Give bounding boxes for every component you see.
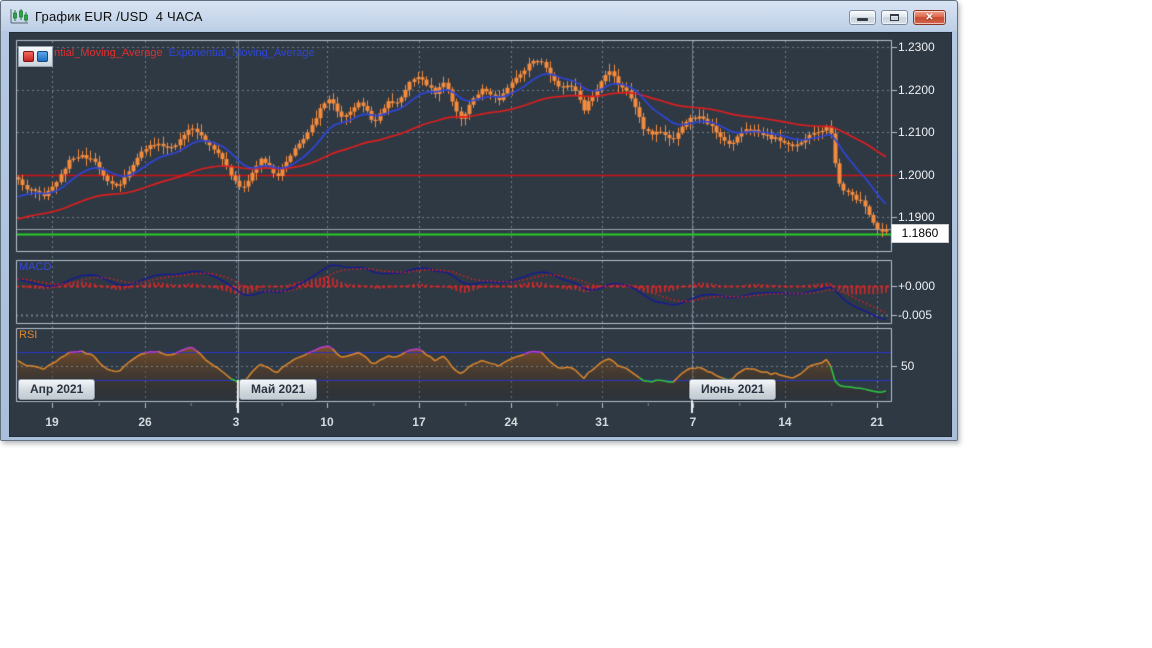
window-controls: ✕ (849, 10, 946, 25)
time-axis-label: 24 (504, 415, 518, 429)
ema-red-toggle-button[interactable] (23, 51, 34, 62)
month-label: Май 2021 (239, 379, 318, 400)
price-axis-label: 1.2200 (898, 82, 935, 97)
indicator-legend: ntial_Moving_Average Exponential_Moving_… (54, 47, 315, 59)
maximize-button[interactable] (881, 10, 908, 25)
time-axis-label: 21 (870, 415, 884, 429)
rsi-label: RSI (19, 329, 38, 341)
titlebar[interactable]: График EUR /USD 4 ЧАСА ✕ (1, 1, 957, 31)
time-axis-label: 14 (778, 415, 792, 429)
macd-axis-label: +0.000 (898, 279, 936, 293)
month-label: Апр 2021 (18, 379, 96, 400)
chart-client-area: ntial_Moving_Average Exponential_Moving_… (9, 32, 952, 437)
time-axis-label: 10 (320, 415, 334, 429)
time-axis-label: 26 (138, 415, 152, 429)
ema-blue-toggle-button[interactable] (37, 51, 48, 62)
time-axis-label: 7 (689, 415, 697, 429)
ema-red-label: ntial_Moving_Average (54, 47, 163, 59)
maximize-icon (890, 14, 899, 21)
time-axis-label: 31 (595, 415, 609, 429)
month-label: Июнь 2021 (688, 379, 777, 400)
minimize-icon (857, 18, 868, 21)
current-price-box: 1.1860 (891, 224, 949, 243)
rsi-axis-label: 50 (901, 359, 915, 373)
close-icon: ✕ (925, 12, 934, 23)
candlestick-chart-icon (10, 8, 28, 23)
minimize-button[interactable] (849, 10, 876, 25)
chart-window: График EUR /USD 4 ЧАСА ✕ ntial_Moving_Av… (0, 0, 958, 441)
close-button[interactable]: ✕ (913, 10, 946, 25)
price-axis-label: 1.1900 (898, 210, 935, 224)
macd-axis-label: -0.005 (898, 308, 933, 322)
price-axis-label: 1.2100 (898, 125, 935, 139)
price-chart-canvas[interactable] (10, 33, 951, 436)
price-axis-label: 1.2000 (898, 167, 935, 182)
time-axis-label: 17 (412, 415, 426, 429)
price-axis-label: 1.2300 (898, 40, 935, 54)
window-title: График EUR /USD 4 ЧАСА (35, 8, 203, 24)
indicator-toggle-buttons[interactable] (18, 46, 53, 67)
time-axis-label: 3 (232, 415, 240, 429)
time-axis-label: 19 (45, 415, 59, 429)
macd-label: MACD (19, 261, 52, 273)
ema-blue-label: Exponential_Moving_Average (168, 47, 315, 59)
